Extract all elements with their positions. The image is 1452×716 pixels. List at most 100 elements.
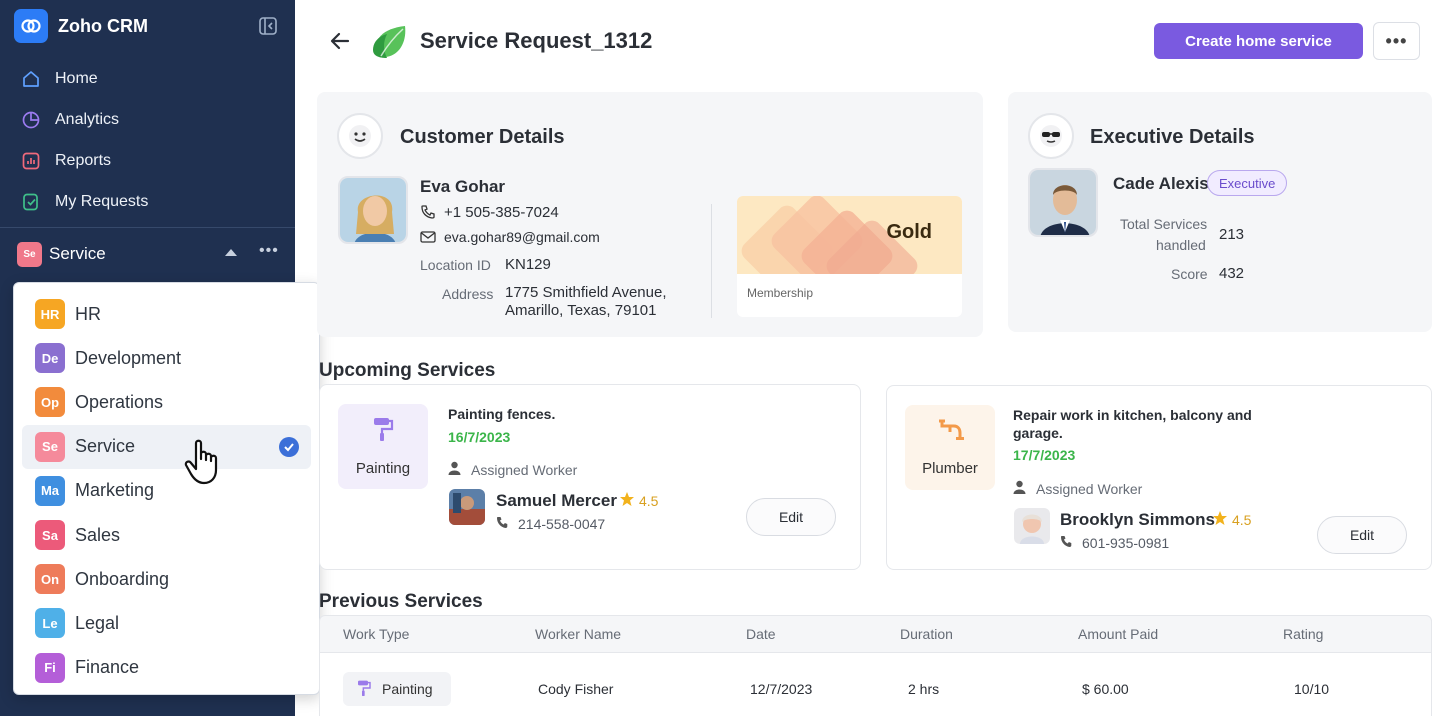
module-label: Service: [49, 244, 106, 263]
zoho-crm-logo-icon: [14, 9, 48, 43]
worker-phone-row: 601-935-0981: [1060, 535, 1169, 551]
edit-button[interactable]: Edit: [1317, 516, 1407, 554]
executive-avatar: [1028, 168, 1098, 237]
reports-icon: [20, 150, 42, 172]
home-icon: [20, 68, 42, 90]
column-header[interactable]: Duration: [900, 626, 953, 642]
nav-item-analytics[interactable]: Analytics: [20, 99, 280, 140]
module-option-service[interactable]: Se Service: [22, 424, 311, 469]
analytics-icon: [20, 109, 42, 131]
person-icon: [1013, 480, 1026, 497]
module-badge: Se: [17, 241, 42, 267]
worker-rating: 4.5: [619, 491, 658, 510]
upcoming-services-heading: Upcoming Services: [319, 360, 496, 381]
date-cell: 12/7/2023: [750, 681, 813, 697]
membership-label: Membership: [747, 286, 814, 300]
nav-label: Home: [55, 69, 98, 87]
worker-name: Samuel Mercer: [496, 491, 617, 510]
service-date: 16/7/2023: [448, 429, 511, 445]
assigned-worker-label: Assigned Worker: [1036, 480, 1143, 497]
module-option-legal[interactable]: Le Legal: [22, 601, 311, 645]
assigned-worker-row: Assigned Worker: [448, 461, 577, 478]
paint-roller-icon: [356, 679, 372, 700]
module-option-operations[interactable]: Op Operations: [22, 380, 311, 424]
module-badge: Fi: [35, 652, 65, 683]
faucet-icon: [936, 418, 964, 446]
address-line-1: 1775 Smithfield Avenue,: [505, 284, 667, 301]
worker-phone[interactable]: 601-935-0981: [1082, 535, 1169, 551]
column-header[interactable]: Date: [746, 626, 776, 642]
requests-icon: [20, 191, 42, 213]
customer-section-title: Customer Details: [400, 126, 565, 148]
module-option-finance[interactable]: Fi Finance: [22, 646, 311, 690]
previous-services-heading: Previous Services: [319, 591, 483, 612]
module-option-label: Sales: [75, 524, 121, 545]
phone-icon: [420, 204, 436, 225]
service-date: 17/7/2023: [1013, 447, 1076, 463]
table-row[interactable]: Painting Cody Fisher 12/7/2023 2 hrs $ 6…: [319, 653, 1432, 716]
smiley-face-icon: [337, 113, 383, 159]
more-horizontal-icon[interactable]: •••: [259, 242, 279, 260]
service-type-label: Painting: [355, 460, 411, 477]
customer-avatar: [338, 176, 408, 244]
checkmark-icon: [279, 436, 299, 457]
module-option-development[interactable]: De Development: [22, 336, 311, 380]
brand[interactable]: Zoho CRM: [14, 9, 148, 43]
column-header[interactable]: Amount Paid: [1078, 626, 1158, 642]
app-name: Zoho CRM: [58, 15, 148, 36]
create-home-service-button[interactable]: Create home service: [1154, 23, 1363, 59]
module-badge: HR: [35, 299, 65, 330]
total-services-label-2: handled: [1156, 237, 1206, 253]
executive-section-title: Executive Details: [1090, 126, 1255, 148]
module-switcher[interactable]: Se Service •••: [17, 240, 279, 268]
more-options-button[interactable]: •••: [1373, 22, 1420, 60]
module-badge: Sa: [35, 520, 65, 551]
assigned-worker-label: Assigned Worker: [471, 461, 578, 478]
nav-item-my-requests[interactable]: My Requests: [20, 181, 280, 222]
phone-icon: [496, 516, 508, 532]
edit-button[interactable]: Edit: [746, 498, 836, 536]
worker-photo: [449, 489, 485, 525]
back-arrow-icon[interactable]: [328, 29, 352, 53]
module-option-sales[interactable]: Sa Sales: [22, 513, 311, 557]
module-badge: De: [35, 343, 65, 374]
total-services-label-1: Total Services: [1120, 216, 1208, 232]
total-services-value: 213: [1219, 226, 1245, 243]
sunglasses-face-icon: [1028, 113, 1074, 159]
module-badge: Le: [35, 608, 65, 639]
column-header[interactable]: Rating: [1283, 626, 1323, 642]
score-value: 432: [1219, 265, 1245, 282]
module-option-label: Finance: [75, 657, 140, 678]
worker-phone-row: 214-558-0047: [496, 516, 605, 532]
executive-name: Cade Alexis: [1113, 174, 1209, 193]
column-header[interactable]: Worker Name: [535, 626, 621, 642]
person-icon: [448, 461, 461, 478]
star-icon: [1212, 510, 1228, 529]
module-option-onboarding[interactable]: On Onboarding: [22, 557, 311, 601]
module-dropdown: HR HR De Development Op Operations Se Service Ma…: [13, 282, 320, 695]
service-title-line-2: garage.: [1013, 425, 1063, 441]
module-option-label: Development: [75, 347, 182, 368]
module-option-hr[interactable]: HR HR: [22, 292, 311, 336]
worker-phone[interactable]: 214-558-0047: [518, 516, 605, 532]
customer-phone[interactable]: +1 505-385-7024: [444, 204, 559, 221]
nav-item-home[interactable]: Home: [20, 58, 280, 99]
customer-email[interactable]: eva.gohar89@gmail.com: [444, 229, 600, 245]
address-line-2: Amarillo, Texas, 79101: [505, 302, 657, 319]
column-header[interactable]: Work Type: [343, 626, 409, 642]
caret-up-icon[interactable]: [225, 249, 237, 256]
module-option-label: Onboarding: [75, 568, 170, 589]
nav-item-reports[interactable]: Reports: [20, 140, 280, 181]
module-badge: Se: [35, 431, 65, 462]
rating-value: 4.5: [639, 492, 659, 509]
module-option-marketing[interactable]: Ma Marketing: [22, 469, 311, 513]
paint-roller-icon: [371, 416, 395, 446]
location-id-label: Location ID: [420, 257, 491, 273]
phone-icon: [1060, 535, 1072, 551]
collapse-sidebar-icon[interactable]: [258, 16, 278, 36]
main-nav: Home Analytics Reports My Requests: [20, 58, 280, 222]
worker-name-cell: Cody Fisher: [538, 681, 614, 697]
module-option-label: Operations: [75, 391, 164, 412]
module-option-label: Marketing: [75, 480, 155, 501]
email-icon: [420, 230, 436, 249]
